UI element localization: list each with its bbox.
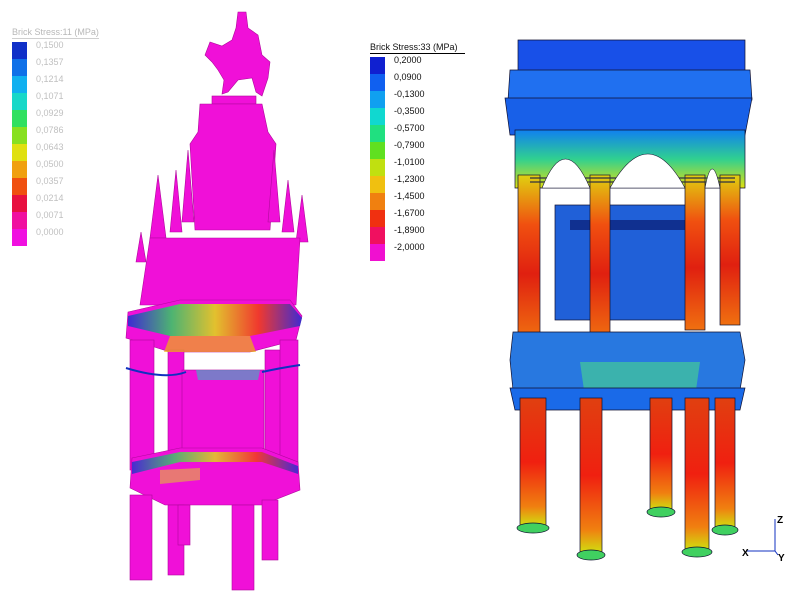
color-swatch <box>370 176 385 193</box>
scale-label: -0,3500 <box>394 106 425 116</box>
scale-label: -1,6700 <box>394 208 425 218</box>
color-swatch <box>370 227 385 244</box>
color-swatch <box>370 74 385 91</box>
color-swatch <box>12 229 27 246</box>
scale-label: 0,1214 <box>36 74 64 84</box>
color-swatch <box>12 144 27 161</box>
legend-title: Brick Stress:11 (MPa) <box>12 27 99 39</box>
scale-label: 0,0900 <box>394 72 422 82</box>
scale-label: 0,0786 <box>36 125 64 135</box>
scale-label: -1,2300 <box>394 174 425 184</box>
legend-brick-stress-33: Brick Stress:33 (MPa) 0,2000 0,0900 -0,130… <box>370 42 465 267</box>
left-stress-view: Brick Stress:11 (MPa) 0,1500 0,1357 0,1214… <box>0 0 400 600</box>
scale-label: -1,0100 <box>394 157 425 167</box>
color-swatch <box>370 57 385 74</box>
scale-label: 0,0643 <box>36 142 64 152</box>
color-swatch <box>370 91 385 108</box>
legend-brick-stress-11: Brick Stress:11 (MPa) 0,1500 0,1357 0,1214… <box>12 27 99 246</box>
color-swatch <box>12 59 27 76</box>
scale-label: -0,5700 <box>394 123 425 133</box>
right-stress-view: Brick Stress:33 (MPa) 0,2000 0,0900 -0,130… <box>370 0 800 600</box>
scale-label: 0,0000 <box>36 227 64 237</box>
color-swatch <box>12 76 27 93</box>
color-swatch <box>12 178 27 195</box>
scale-label: 0,0214 <box>36 193 64 203</box>
color-swatch <box>12 93 27 110</box>
color-swatch <box>12 161 27 178</box>
color-swatch <box>12 42 27 59</box>
scale-label: -1,8900 <box>394 225 425 235</box>
scale-label: 0,1500 <box>36 40 64 50</box>
legend-title: Brick Stress:33 (MPa) <box>370 42 465 54</box>
scale-label: -2,0000 <box>394 242 425 252</box>
color-swatch <box>370 210 385 227</box>
color-swatch <box>12 127 27 144</box>
color-swatch <box>370 108 385 125</box>
scale-label: 0,0500 <box>36 159 64 169</box>
axis-x-label: X <box>742 548 749 559</box>
scale-label: 0,1071 <box>36 91 64 101</box>
scale-label: -0,7900 <box>394 140 425 150</box>
axis-z-label: Z <box>777 515 784 526</box>
scale-label: 0,2000 <box>394 55 422 65</box>
color-swatch <box>370 244 385 261</box>
color-scale-bar <box>12 42 27 246</box>
color-swatch <box>12 212 27 229</box>
scale-label: 0,0929 <box>36 108 64 118</box>
color-swatch <box>12 110 27 127</box>
color-scale-bar <box>370 57 385 261</box>
color-swatch <box>370 142 385 159</box>
axis-y-label: Y <box>778 553 785 564</box>
color-swatch <box>370 193 385 210</box>
color-swatch <box>370 125 385 142</box>
color-swatch <box>370 159 385 176</box>
scale-label: 0,0071 <box>36 210 64 220</box>
scale-label: 0,1357 <box>36 57 64 67</box>
scale-label: -0,1300 <box>394 89 425 99</box>
scale-label: -1,4500 <box>394 191 425 201</box>
color-swatch <box>12 195 27 212</box>
scale-label: 0,0357 <box>36 176 64 186</box>
